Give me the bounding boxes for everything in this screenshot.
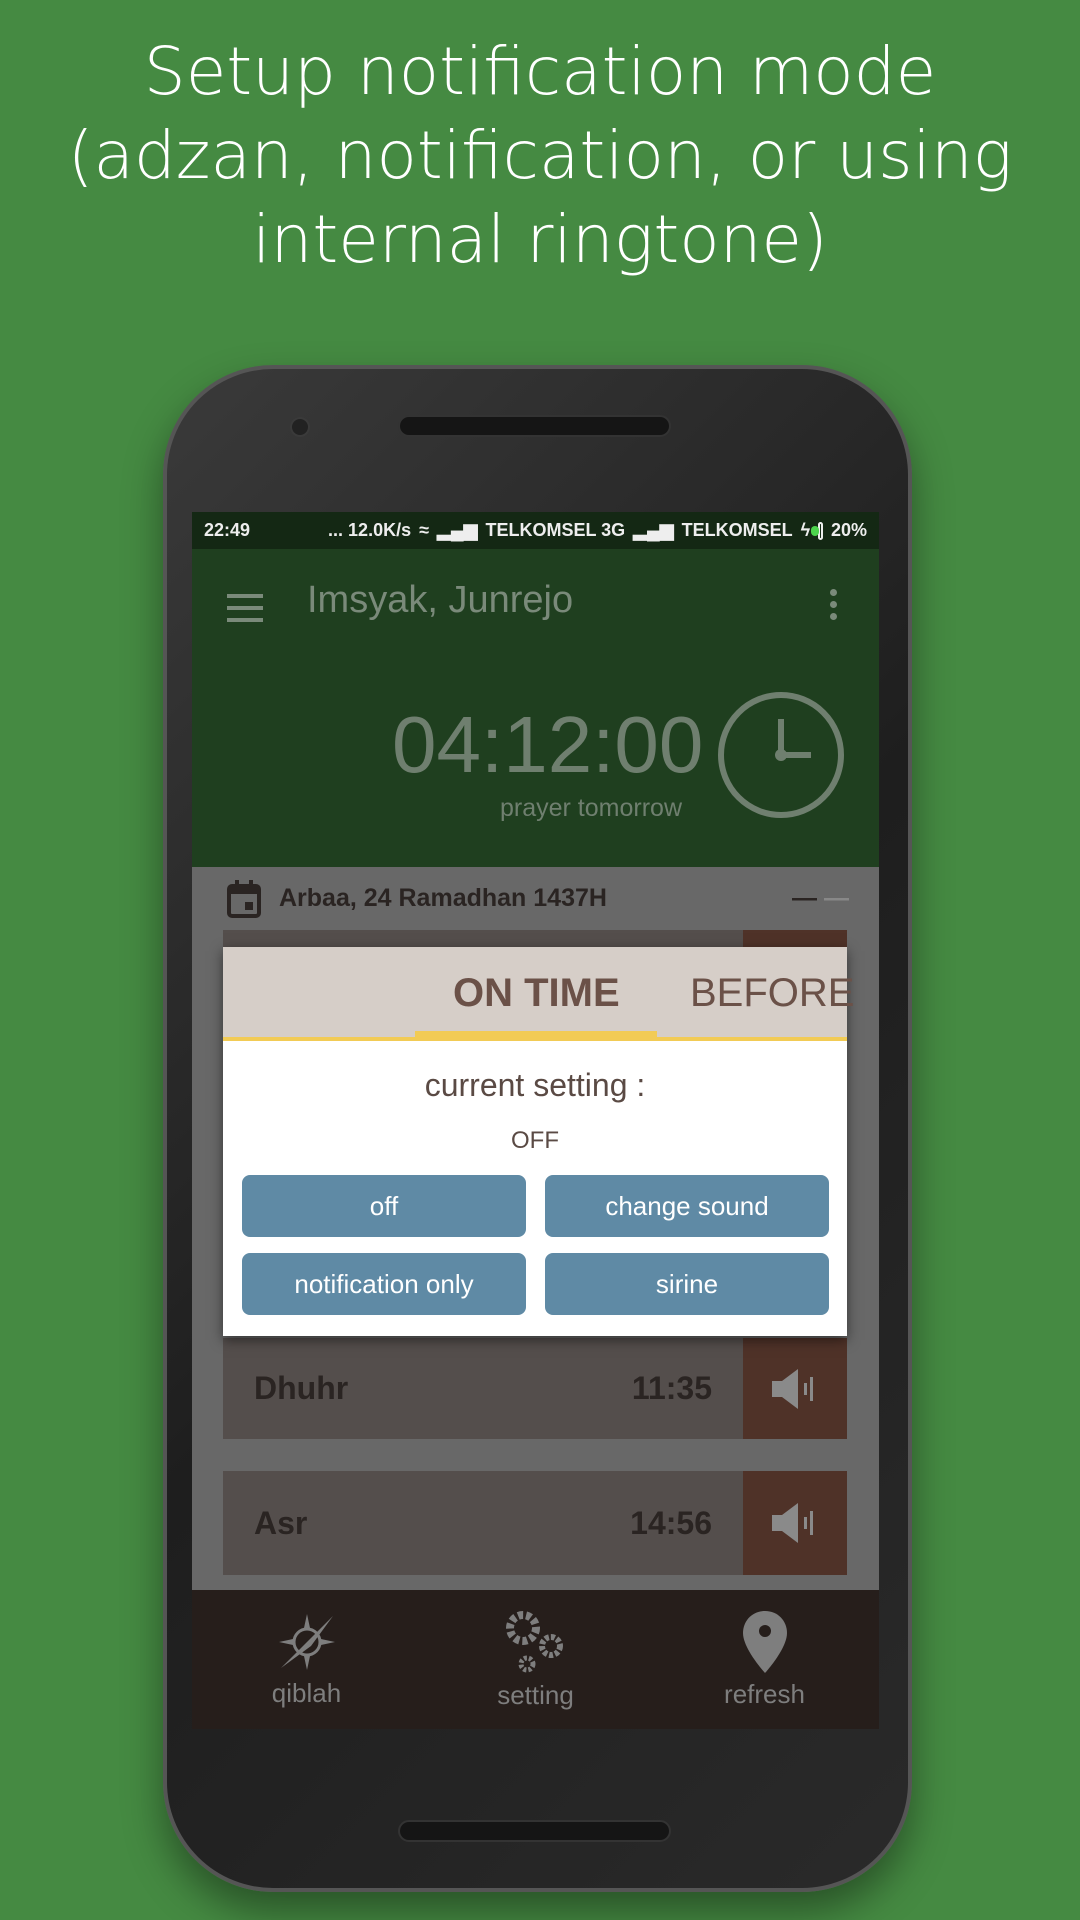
notification-only-button[interactable]: notification only: [242, 1253, 526, 1315]
location-pin-icon: [742, 1611, 787, 1673]
nav-label: setting: [497, 1680, 574, 1710]
off-button[interactable]: off: [242, 1175, 526, 1237]
front-camera: [290, 417, 310, 437]
app-title: Imsyak, Junrejo: [307, 579, 574, 621]
nav-qiblah[interactable]: qiblah: [192, 1590, 421, 1729]
speaker-icon[interactable]: [743, 1471, 847, 1575]
compass-icon: [278, 1614, 335, 1670]
nav-label: qiblah: [271, 1678, 342, 1708]
wifi-icon: ≈: [419, 520, 429, 540]
prayer-name: Asr: [254, 1504, 308, 1541]
speaker-grill-top: [398, 415, 671, 437]
countdown-label: prayer tomorrow: [500, 794, 682, 822]
current-setting-value: OFF: [511, 1127, 559, 1154]
status-bar: 22:49 ... 12.0K/s ≈ ▂▄▆ TELKOMSEL 3G ▂▄▆…: [192, 512, 879, 549]
tab-before[interactable]: BEFORE: [690, 971, 854, 1016]
signal-icon: ▂▄▆: [437, 520, 478, 540]
prayer-name: Dhuhr: [254, 1370, 349, 1406]
change-sound-button[interactable]: change sound: [545, 1175, 829, 1237]
speaker-icon[interactable]: [743, 1338, 847, 1439]
sirine-button[interactable]: sirine: [545, 1253, 829, 1315]
nav-refresh[interactable]: refresh: [650, 1590, 879, 1729]
prayer-row-dhuhr[interactable]: Dhuhr 11:35: [223, 1338, 847, 1439]
status-time: 22:49: [204, 520, 251, 540]
tab-indicator: [415, 1031, 657, 1041]
more-options-icon[interactable]: [830, 589, 838, 625]
app-bar: Imsyak, Junrejo 04:12:00 prayer tomorrow: [192, 549, 879, 867]
notification-mode-dialog: ON TIME BEFORE current setting : OFF off…: [223, 947, 854, 1336]
speaker-grill-bottom: [398, 1820, 671, 1842]
carrier-2: TELKOMSEL: [681, 520, 793, 540]
prayer-time: 11:35: [631, 1370, 712, 1406]
network-speed: ... 12.0K/s: [328, 520, 412, 540]
battery-level: 20%: [830, 520, 867, 540]
countdown-time: 04:12:00: [392, 700, 704, 789]
prayer-row-asr[interactable]: Asr 14:56: [223, 1471, 847, 1575]
clock-icon: [718, 692, 844, 818]
prayer-time: 14:56: [630, 1504, 712, 1541]
menu-icon[interactable]: [227, 594, 263, 630]
hijri-date: Arbaa, 24 Ramadhan 1437H: [279, 884, 607, 912]
gears-icon: [505, 1611, 563, 1673]
signal-icon: ▂▄▆: [633, 520, 674, 540]
date-row: Arbaa, 24 Ramadhan 1437H — —: [192, 867, 879, 930]
battery-icon: [810, 521, 823, 540]
nav-label: refresh: [724, 1679, 805, 1709]
headline: Setup notification mode (adzan, notifica…: [67, 33, 1013, 278]
bottom-navigation: qiblah setting refresh: [192, 1590, 879, 1729]
carrier-1: TELKOMSEL 3G: [485, 520, 626, 540]
dialog-tabs: ON TIME BEFORE: [223, 947, 854, 1041]
charging-icon: ϟ: [800, 520, 811, 540]
calendar-icon: [227, 879, 261, 918]
tab-on-time[interactable]: ON TIME: [453, 971, 620, 1016]
page-indicator: — —: [792, 884, 849, 912]
nav-setting[interactable]: setting: [421, 1590, 650, 1729]
current-setting-label: current setting :: [424, 1067, 646, 1103]
